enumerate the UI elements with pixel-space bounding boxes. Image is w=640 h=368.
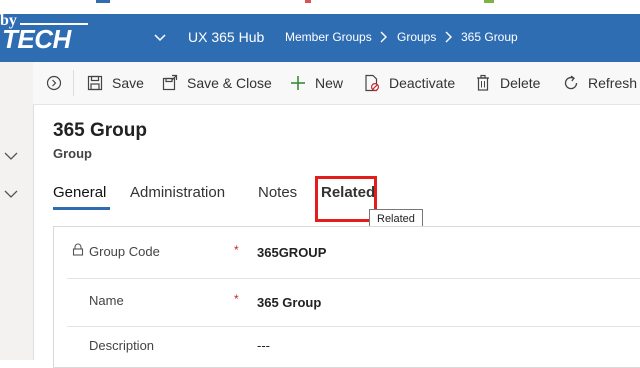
delete-label: Delete — [500, 75, 541, 91]
refresh-button[interactable]: Refresh — [562, 73, 637, 93]
app-name[interactable]: UX 365 Hub — [188, 29, 264, 45]
save-label: Save — [112, 75, 144, 91]
required-indicator: * — [234, 243, 239, 257]
save-close-icon — [162, 74, 178, 91]
tab-administration[interactable]: Administration — [130, 184, 225, 201]
save-icon — [87, 75, 103, 91]
partial-icon — [305, 0, 311, 3]
new-button[interactable]: New — [289, 73, 343, 93]
chevron-right-icon — [445, 31, 452, 43]
record-entity-type: Group — [53, 146, 92, 161]
breadcrumb-member-groups[interactable]: Member Groups — [285, 30, 372, 44]
chevron-down-icon[interactable] — [3, 148, 19, 164]
save-and-close-label: Save & Close — [187, 75, 272, 91]
refresh-icon — [564, 75, 578, 90]
field-label-name: Name — [89, 293, 124, 308]
logo-text-tech: TECH — [2, 24, 71, 54]
refresh-label: Refresh — [588, 75, 638, 91]
plus-icon — [291, 76, 305, 90]
tab-general[interactable]: General — [53, 184, 106, 201]
chevron-down-icon[interactable] — [152, 30, 168, 46]
delete-button[interactable]: Delete — [474, 73, 540, 93]
new-label: New — [315, 75, 344, 91]
deactivate-icon — [365, 74, 380, 92]
chevron-down-icon[interactable] — [3, 186, 19, 202]
field-label-description: Description — [89, 338, 155, 353]
field-value-description[interactable]: --- — [257, 338, 270, 353]
lock-icon — [72, 243, 84, 256]
divider — [67, 326, 640, 327]
partial-icon — [484, 0, 494, 3]
breadcrumb-current: 365 Group — [461, 30, 518, 44]
left-rail — [0, 62, 34, 360]
save-and-close-button[interactable]: Save & Close — [161, 73, 272, 93]
required-indicator: * — [234, 292, 239, 306]
company-logo: by TECH — [0, 0, 108, 62]
top-navigation-bar: by TECH UX 365 Hub Member Groups Groups … — [0, 12, 640, 62]
field-value-name[interactable]: 365 Group — [257, 295, 321, 310]
field-label-group-code: Group Code — [89, 244, 160, 259]
divider — [67, 278, 640, 279]
active-tab-indicator — [53, 207, 110, 210]
save-button[interactable]: Save — [86, 73, 144, 93]
highlight-annotation-box — [315, 176, 377, 222]
deactivate-label: Deactivate — [389, 75, 456, 91]
chevron-right-icon — [380, 31, 387, 43]
breadcrumb-groups[interactable]: Groups — [397, 30, 436, 44]
tab-notes[interactable]: Notes — [258, 184, 297, 201]
deactivate-button[interactable]: Deactivate — [363, 73, 455, 93]
expand-circle-icon[interactable] — [46, 75, 62, 91]
command-bar: Save Save & Close New Deactivate Delete … — [33, 62, 640, 105]
divider — [73, 70, 74, 96]
field-value-group-code: 365GROUP — [257, 245, 327, 260]
trash-icon — [477, 74, 489, 91]
record-title: 365 Group — [53, 120, 147, 141]
